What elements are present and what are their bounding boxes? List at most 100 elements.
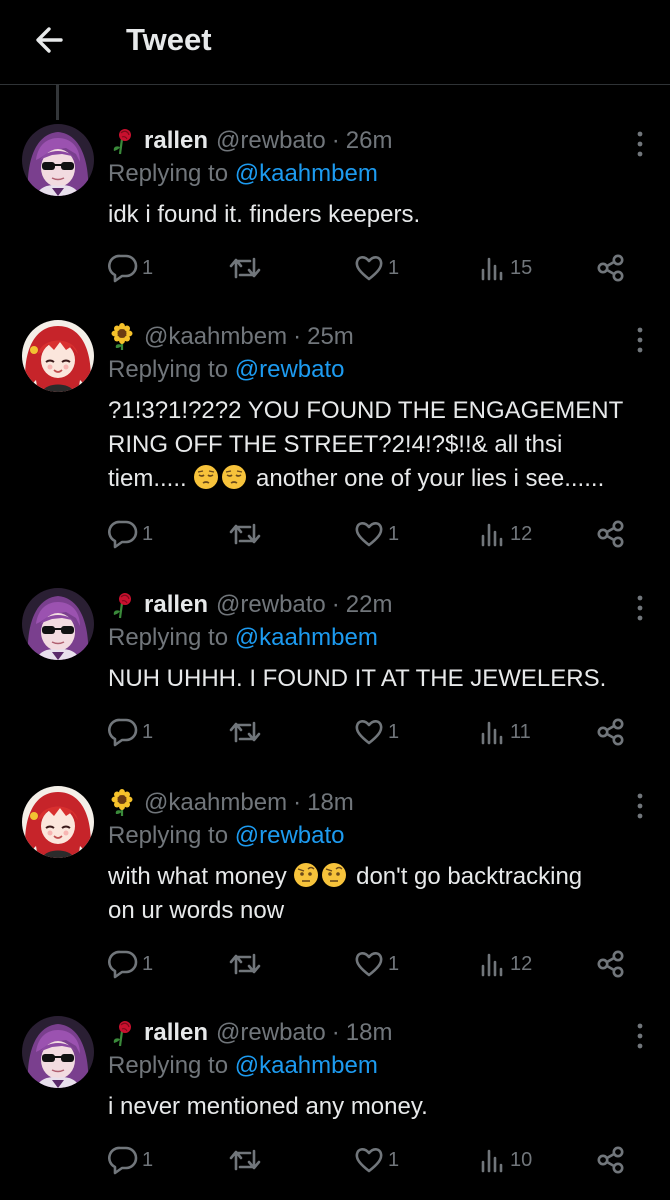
- action-bar: 1 1 10: [108, 1142, 638, 1178]
- text-line: ?1!3?1!?2?2 YOU FOUND THE ENGAGEMENT: [108, 397, 624, 424]
- replying-label: Replying to: [108, 1052, 229, 1079]
- reply-count: 1: [142, 720, 154, 743]
- retweet-button[interactable]: [228, 516, 262, 552]
- top-bar: Tweet: [0, 0, 670, 85]
- text-fragment: don't go backtracking: [356, 863, 583, 890]
- like-count: 1: [388, 256, 400, 279]
- avatar[interactable]: [22, 1016, 94, 1088]
- text-fragment: with what money: [108, 863, 287, 890]
- view-count: 10: [510, 1148, 533, 1171]
- views-icon: [480, 1146, 506, 1174]
- views-button[interactable]: 10: [480, 1142, 532, 1178]
- share-button[interactable]: [596, 516, 626, 552]
- mention-link[interactable]: @kaahmbem: [235, 160, 378, 187]
- display-name[interactable]: rallen: [144, 591, 208, 619]
- views-icon: [480, 718, 506, 746]
- views-button[interactable]: 12: [480, 516, 532, 552]
- views-button[interactable]: 12: [480, 946, 532, 982]
- like-button[interactable]: 1: [354, 714, 399, 750]
- share-button[interactable]: [596, 714, 626, 750]
- timestamp[interactable]: 18m: [346, 1019, 393, 1047]
- display-name[interactable]: rallen: [144, 1019, 208, 1047]
- user-handle[interactable]: @kaahmbem: [144, 789, 287, 817]
- user-handle[interactable]: @kaahmbem: [144, 323, 287, 351]
- mention-link[interactable]: @kaahmbem: [235, 1052, 378, 1079]
- display-name[interactable]: rallen: [144, 127, 208, 155]
- timestamp[interactable]: 26m: [346, 127, 393, 155]
- like-button[interactable]: 1: [354, 946, 399, 982]
- mention-link[interactable]: @rewbato: [235, 822, 345, 849]
- share-icon: [596, 1145, 626, 1175]
- like-icon: [354, 1146, 384, 1174]
- replying-to: Replying to @kaahmbem: [108, 160, 378, 188]
- text-line: tiem..... another one of your lies i see…: [108, 462, 668, 496]
- mention-link[interactable]: @rewbato: [235, 356, 345, 383]
- action-bar: 1 1 12: [108, 946, 638, 982]
- more-icon[interactable]: [636, 130, 644, 158]
- share-button[interactable]: [596, 946, 626, 982]
- replying-label: Replying to: [108, 160, 229, 187]
- replying-label: Replying to: [108, 822, 229, 849]
- reply-button[interactable]: 1: [108, 1142, 153, 1178]
- retweet-button[interactable]: [228, 250, 262, 286]
- mention-link[interactable]: @kaahmbem: [235, 624, 378, 651]
- more-icon[interactable]: [636, 1022, 644, 1050]
- avatar[interactable]: [22, 786, 94, 858]
- avatar[interactable]: [22, 588, 94, 660]
- action-bar: 1 1 11: [108, 714, 638, 750]
- replying-label: Replying to: [108, 356, 229, 383]
- retweet-button[interactable]: [228, 946, 262, 982]
- share-button[interactable]: [596, 1142, 626, 1178]
- text-fragment: another one of your lies i see......: [256, 465, 605, 492]
- separator: ·: [331, 591, 340, 618]
- sunflower-icon: [108, 323, 136, 351]
- rose-icon: [108, 1019, 136, 1047]
- view-count: 15: [510, 256, 533, 279]
- more-icon[interactable]: [636, 326, 644, 354]
- user-handle[interactable]: @rewbato: [216, 1019, 326, 1047]
- pensive-emoji: [193, 464, 219, 490]
- like-count: 1: [388, 522, 400, 545]
- views-icon: [480, 950, 506, 978]
- like-button[interactable]: 1: [354, 1142, 399, 1178]
- views-icon: [480, 520, 506, 548]
- views-icon: [480, 254, 506, 282]
- retweet-button[interactable]: [228, 714, 262, 750]
- reply-icon: [108, 717, 138, 747]
- back-arrow-icon[interactable]: [30, 20, 70, 60]
- replying-to: Replying to @rewbato: [108, 356, 345, 384]
- like-icon: [354, 520, 384, 548]
- reply-icon: [108, 253, 138, 283]
- more-icon[interactable]: [636, 594, 644, 622]
- share-button[interactable]: [596, 250, 626, 286]
- share-icon: [596, 949, 626, 979]
- text-fragment: tiem.....: [108, 465, 187, 492]
- user-handle[interactable]: @rewbato: [216, 591, 326, 619]
- avatar[interactable]: [22, 124, 94, 196]
- timestamp[interactable]: 25m: [307, 323, 354, 351]
- like-button[interactable]: 1: [354, 516, 399, 552]
- retweet-icon: [228, 1145, 262, 1175]
- views-button[interactable]: 15: [480, 250, 532, 286]
- tweet-header: @kaahmbem · 25m: [108, 320, 354, 354]
- more-icon[interactable]: [636, 792, 644, 820]
- rose-icon: [108, 127, 136, 155]
- reply-button[interactable]: 1: [108, 250, 153, 286]
- timestamp[interactable]: 18m: [307, 789, 354, 817]
- reply-button[interactable]: 1: [108, 946, 153, 982]
- share-icon: [596, 253, 626, 283]
- like-button[interactable]: 1: [354, 250, 399, 286]
- tweet-text: i never mentioned any money.: [108, 1093, 428, 1120]
- reply-button[interactable]: 1: [108, 516, 153, 552]
- avatar[interactable]: [22, 320, 94, 392]
- action-bar: 1 1 15: [108, 250, 638, 286]
- timestamp[interactable]: 22m: [346, 591, 393, 619]
- user-handle[interactable]: @rewbato: [216, 127, 326, 155]
- views-button[interactable]: 11: [480, 714, 531, 750]
- like-count: 1: [388, 720, 400, 743]
- retweet-icon: [228, 253, 262, 283]
- reply-button[interactable]: 1: [108, 714, 153, 750]
- view-count: 12: [510, 522, 533, 545]
- reply-icon: [108, 1145, 138, 1175]
- retweet-button[interactable]: [228, 1142, 262, 1178]
